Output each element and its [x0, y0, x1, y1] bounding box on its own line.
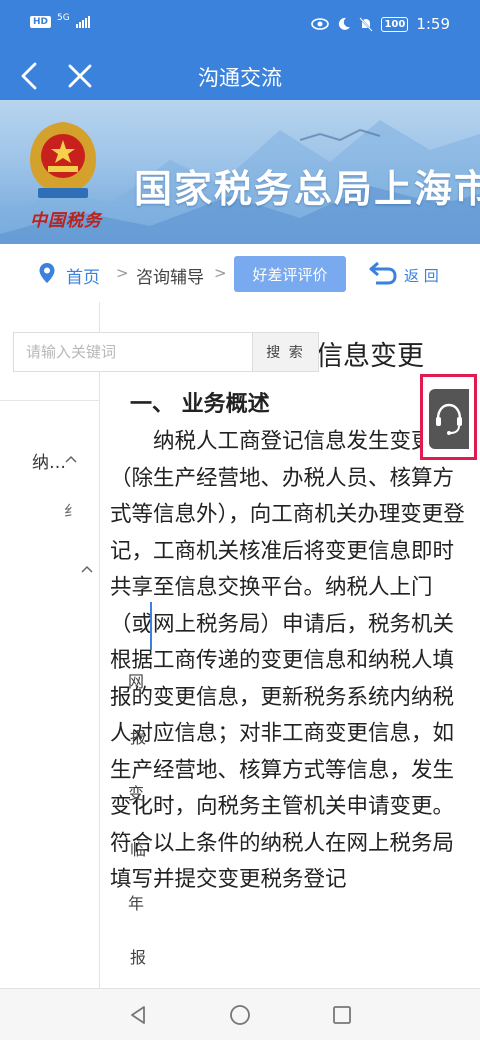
tree-node-char[interactable]: 报	[130, 724, 146, 748]
rate-evaluation-button[interactable]: 好差评评价	[234, 256, 346, 292]
system-navigation-bar	[0, 988, 480, 1040]
tree-active-indicator	[150, 602, 152, 650]
search-button[interactable]: 搜 索	[252, 333, 318, 371]
back-triangle-icon[interactable]	[126, 1003, 150, 1027]
article-title: 信息变更	[316, 341, 424, 372]
banner-title: 国家税务总局上海市	[134, 167, 480, 211]
chevron-up-icon[interactable]	[80, 564, 94, 574]
search-input[interactable]	[14, 333, 254, 371]
breadcrumb-separator: >	[116, 264, 129, 282]
location-pin-icon	[39, 263, 55, 283]
chevron-up-icon[interactable]	[64, 454, 78, 464]
recents-square-icon[interactable]	[330, 1003, 354, 1027]
moon-icon	[339, 17, 351, 30]
headset-icon	[436, 403, 462, 435]
battery-indicator: 100	[381, 16, 409, 32]
tree-node-char[interactable]: 变	[128, 780, 144, 804]
home-circle-icon[interactable]	[228, 1003, 252, 1027]
mute-bell-icon	[359, 16, 374, 32]
eye-icon	[311, 18, 330, 30]
network-type: 5G	[57, 13, 70, 23]
breadcrumb-home-link[interactable]: 首页	[66, 263, 100, 288]
tax-emblem-logo	[30, 122, 96, 198]
article-body: 纳税人工商登记信息发生变更（除生产经营地、办税人员、核算方式等信息外），向工商机…	[110, 424, 470, 899]
status-bar: HD 5G 100 1:59	[0, 0, 480, 52]
page-title: 沟通交流	[198, 66, 282, 90]
section-heading: 一、 业务概述	[130, 392, 270, 417]
status-right: 100 1:59	[311, 15, 450, 33]
sidebar: 纳… 纟	[0, 302, 100, 990]
sidebar-subitem[interactable]: 纟	[64, 500, 79, 521]
signal-icon	[75, 16, 90, 28]
service-button-body	[429, 389, 469, 449]
search-box: 搜 索	[13, 332, 319, 372]
banner: 中国税务 国家税务总局上海市	[0, 100, 480, 244]
banner-slogan: 中国税务	[30, 211, 102, 231]
tree-node-char[interactable]: 临	[130, 836, 146, 860]
breadcrumb-separator: >	[214, 264, 227, 282]
nav-bar: 沟通交流	[0, 52, 480, 100]
return-link[interactable]: 返 回	[404, 265, 439, 286]
tree-node-char[interactable]: 年	[128, 890, 144, 914]
sidebar-item-taxpayer[interactable]: 纳…	[32, 448, 66, 473]
online-service-button[interactable]	[420, 374, 477, 460]
return-icon[interactable]	[368, 260, 398, 286]
breadcrumb: 首页 > 咨询辅导 > 好差评评价 返 回	[0, 244, 480, 302]
article-paragraph: 符合以上条件的纳税人在网上税务局填写并提交变更税务登记	[110, 830, 455, 893]
sidebar-divider	[0, 400, 100, 401]
tree-node-char[interactable]: 网	[128, 668, 144, 692]
breadcrumb-current: 咨询辅导	[136, 268, 204, 288]
status-left: HD 5G	[30, 13, 90, 28]
tree-node-char[interactable]: 报	[130, 944, 146, 968]
clock: 1:59	[416, 15, 450, 33]
article-paragraph: 纳税人工商登记信息发生变更（除生产经营地、办税人员、核算方式等信息外），向工商机…	[110, 429, 465, 819]
hd-badge: HD	[30, 16, 52, 28]
